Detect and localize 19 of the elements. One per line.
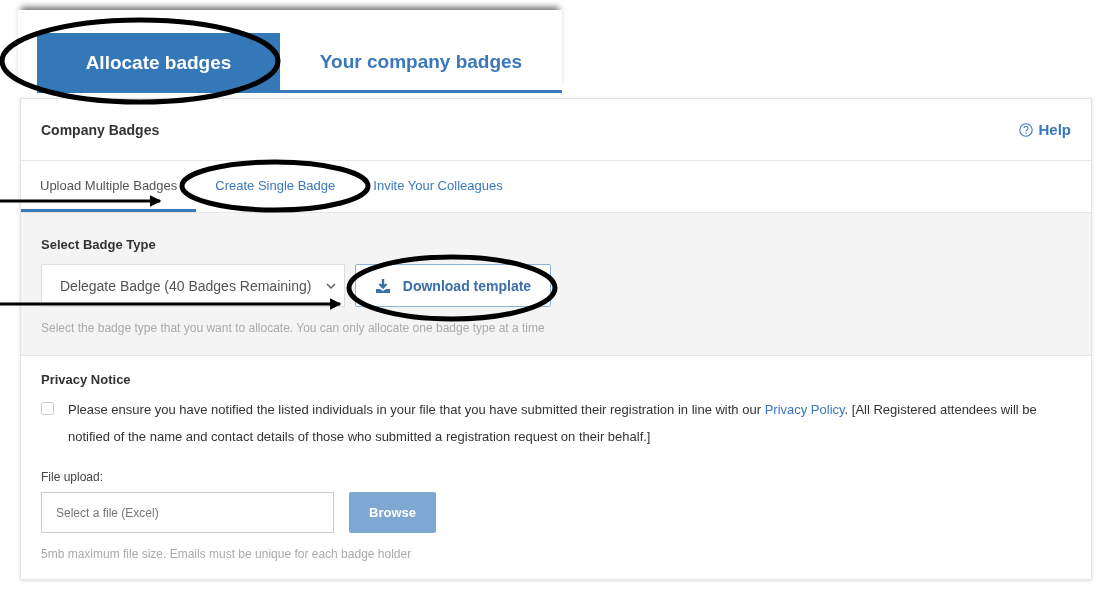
- download-icon: [374, 277, 391, 294]
- field-label: File upload:: [41, 470, 105, 484]
- hint-text: 5mb maximum file size. Emails must be unique for each badge holder: [41, 547, 413, 561]
- help-icon: [1019, 122, 1034, 137]
- section-heading: Privacy Notice: [41, 372, 132, 387]
- tab[interactable]: Allocate badges: [37, 33, 280, 93]
- hint-text: Select the badge type that you want to allocate. You can only allocate one badge type at a time: [41, 321, 546, 335]
- panel-title: Company Badges: [41, 121, 160, 138]
- privacy-policy-link[interactable]: Privacy Policy: [764, 402, 845, 417]
- tab[interactable]: Invite Your Colleagues: [354, 161, 522, 212]
- privacy-text: Please ensure you have notified the listed individuals in your file that you have submitted their registration in line with our Privacy Policy. [All Registered attendees will be notified of the name and contact details of those who submitted a registration request on their behalf.]: [68, 401, 1038, 446]
- help-link[interactable]: Help: [1019, 121, 1071, 138]
- badge-type-dropdown[interactable]: Delegate Badge (40 Badges Remaining): [41, 264, 345, 307]
- checkbox[interactable]: [41, 402, 54, 415]
- field-label: Select Badge Type: [41, 237, 157, 252]
- download-button[interactable]: Download template: [355, 264, 551, 307]
- tab[interactable]: Create Single Badge: [196, 161, 355, 212]
- tab[interactable]: Your company badges: [280, 33, 562, 93]
- chevron-down-icon: [326, 282, 336, 289]
